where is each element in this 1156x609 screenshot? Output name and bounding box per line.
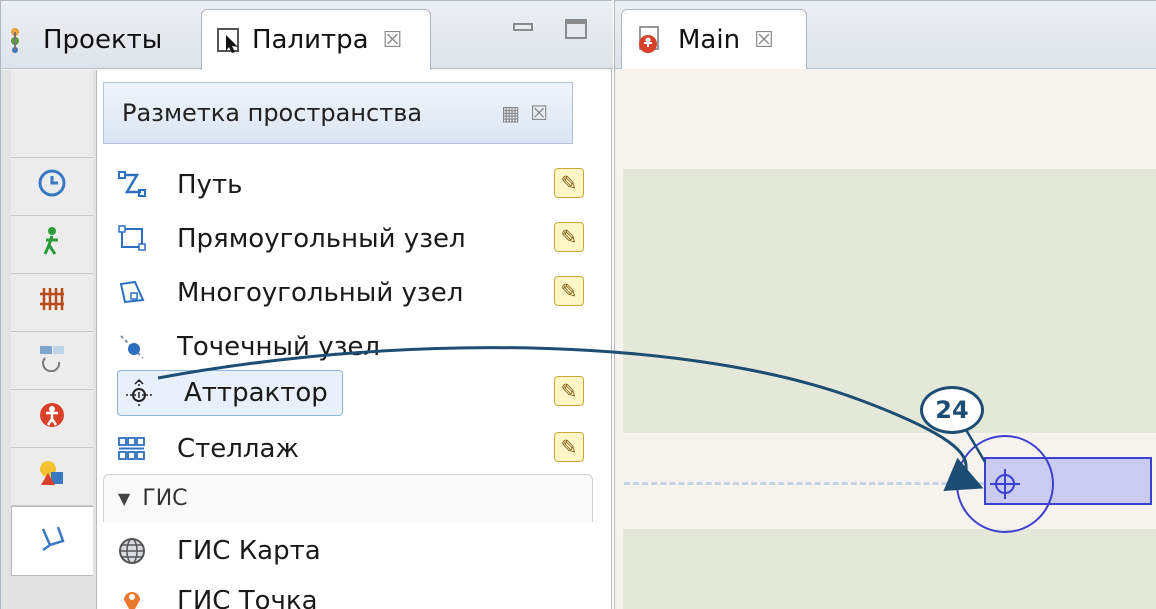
section-title: Разметка пространства — [122, 99, 423, 127]
tab-palette-label: Палитра — [252, 25, 369, 55]
palette-item-gis-point[interactable]: ГИС Точка — [115, 576, 318, 609]
palette-item-attractor[interactable]: Аттрактор — [117, 370, 343, 416]
section-header-icons: ▦☒ — [501, 101, 558, 125]
grid-view-icon[interactable]: ▦ — [501, 101, 530, 125]
tab-main[interactable]: Main ☒ — [621, 9, 807, 70]
close-main-tab-icon[interactable]: ☒ — [754, 28, 774, 53]
rack-icon — [115, 432, 149, 466]
editor-tab-bar: Main ☒ — [615, 1, 1156, 70]
rectangular-node-shape[interactable] — [984, 457, 1152, 505]
gis-section-title: ГИС — [142, 486, 188, 511]
rect-node-icon — [115, 222, 149, 256]
minimize-icon[interactable] — [513, 23, 533, 31]
category-accessibility[interactable] — [11, 390, 93, 448]
category-pedestrian[interactable] — [11, 216, 93, 274]
time-icon — [37, 168, 67, 205]
category-shapes[interactable] — [11, 448, 93, 506]
maximize-icon[interactable] — [565, 19, 587, 39]
collapse-triangle-icon[interactable]: ▼ — [118, 489, 130, 508]
palette-item-label: Путь — [177, 170, 243, 200]
path-icon — [115, 168, 149, 202]
graphical-editor-canvas[interactable] — [615, 69, 1156, 609]
tab-main-label: Main — [678, 25, 741, 55]
palette-list: Разметка пространства ▦☒ Путь ✎ Прямоуго… — [97, 70, 611, 609]
edit-attractor-pencil-icon[interactable]: ✎ — [554, 376, 584, 406]
palette-view: Проекты Палитра ☒ Разметка пространства … — [0, 0, 613, 609]
process-icon — [37, 342, 67, 379]
edit-rack-pencil-icon[interactable]: ✎ — [554, 432, 584, 462]
palette-item-label: Точечный узел — [177, 332, 381, 362]
tab-projects-label: Проекты — [43, 25, 163, 55]
polygon-node-icon — [115, 276, 149, 310]
close-palette-icon[interactable]: ☒ — [383, 28, 403, 53]
edit-rect-node-pencil-icon[interactable]: ✎ — [554, 222, 584, 252]
palette-item-point-node[interactable]: Точечный узел — [115, 322, 380, 372]
rail-icon — [37, 284, 67, 321]
category-time[interactable] — [11, 158, 93, 216]
palette-item-label: Прямоугольный узел — [177, 224, 466, 254]
close-section-icon[interactable]: ☒ — [530, 101, 558, 125]
section-header-space-markup[interactable]: Разметка пространства ▦☒ — [103, 82, 573, 144]
canvas-area-top — [623, 169, 1156, 433]
tab-projects[interactable]: Проекты — [7, 11, 162, 69]
palette-item-label: Аттрактор — [184, 378, 328, 408]
point-node-icon — [115, 330, 149, 364]
edit-path-pencil-icon[interactable]: ✎ — [554, 168, 584, 198]
category-process[interactable] — [11, 332, 93, 390]
category-space-markup[interactable] — [11, 506, 93, 576]
tab-palette[interactable]: Палитра ☒ — [201, 9, 431, 70]
palette-item-label: Стеллаж — [177, 434, 299, 464]
space-markup-icon — [38, 523, 68, 560]
edit-polygon-node-pencil-icon[interactable]: ✎ — [554, 276, 584, 306]
accessibility-icon — [37, 400, 67, 437]
palette-item-label: ГИС Точка — [177, 586, 318, 609]
attractor-icon — [122, 376, 156, 410]
palette-item-label: ГИС Карта — [177, 536, 321, 566]
palette-item-label: Многоугольный узел — [177, 278, 464, 308]
callout-number-badge: 24 — [920, 386, 984, 434]
category-rail[interactable] — [11, 274, 93, 332]
palette-icon — [216, 27, 242, 53]
map-pin-icon — [115, 584, 149, 609]
shapes-icon — [37, 458, 67, 495]
canvas-dashed-path — [624, 482, 984, 485]
globe-icon — [115, 534, 149, 568]
pedestrian-icon — [37, 226, 67, 263]
left-tab-bar: Проекты Палитра ☒ — [1, 1, 613, 70]
agent-type-icon — [636, 25, 666, 55]
palette-item-path[interactable]: Путь — [115, 160, 242, 210]
editor-view: Main ☒ — [614, 0, 1156, 609]
category-blank — [11, 70, 93, 158]
palette-item-polygon-node[interactable]: Многоугольный узел — [115, 268, 463, 318]
palette-item-rack[interactable]: Стеллаж — [115, 424, 299, 474]
palette-item-rect-node[interactable]: Прямоугольный узел — [115, 214, 466, 264]
category-strip — [1, 70, 97, 609]
projects-icon — [7, 27, 33, 53]
section-header-gis[interactable]: ▼ ГИС — [103, 474, 593, 522]
canvas-area-bottom — [623, 529, 1156, 609]
palette-item-gis-map[interactable]: ГИС Карта — [115, 526, 321, 576]
